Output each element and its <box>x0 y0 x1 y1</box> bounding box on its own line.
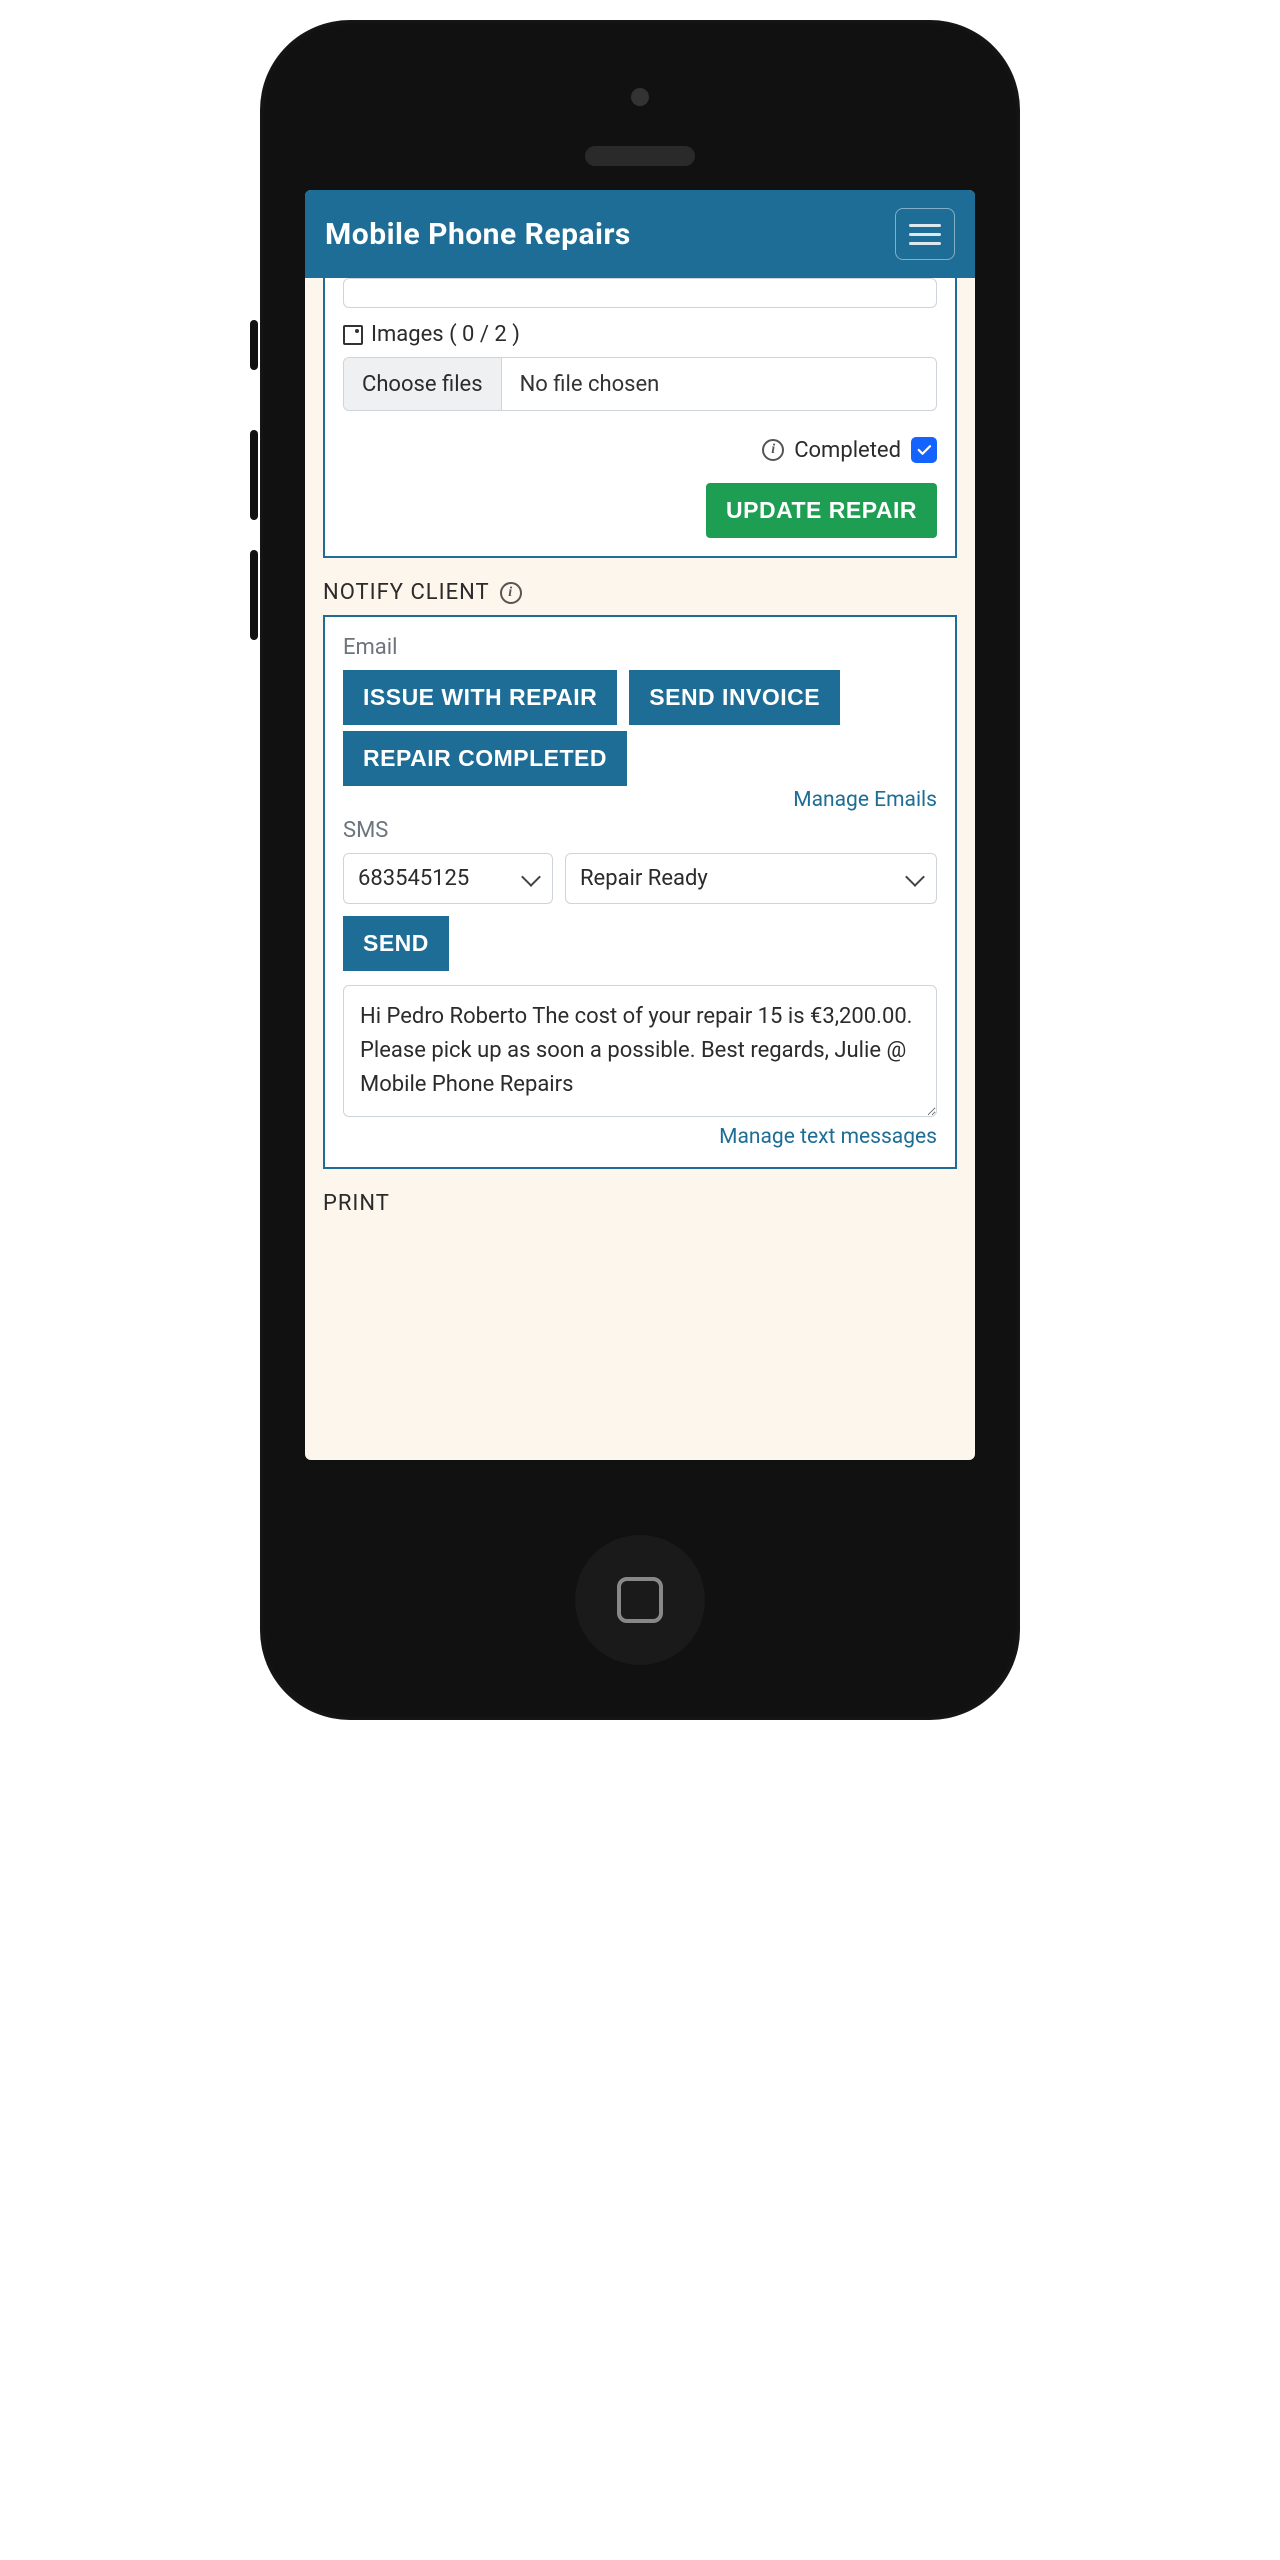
app-title: Mobile Phone Repairs <box>325 217 631 252</box>
notes-textarea[interactable] <box>343 278 937 308</box>
repair-completed-button[interactable]: REPAIR COMPLETED <box>343 731 627 786</box>
side-button-vol-down <box>250 550 258 640</box>
hamburger-icon <box>909 224 941 227</box>
notify-card: Email ISSUE WITH REPAIR SEND INVOICE REP… <box>323 615 957 1169</box>
chevron-down-icon <box>905 867 925 887</box>
images-label: Images ( 0 / 2 ) <box>371 322 520 347</box>
issue-with-repair-button[interactable]: ISSUE WITH REPAIR <box>343 670 617 725</box>
side-button-mute <box>250 320 258 370</box>
info-icon[interactable]: i <box>762 439 784 461</box>
notify-header: NOTIFY CLIENT i <box>323 580 957 605</box>
sms-label: SMS <box>343 818 937 843</box>
screen: Mobile Phone Repairs Images ( 0 / 2 ) Ch… <box>305 190 975 1460</box>
sms-template-value: Repair Ready <box>580 866 708 891</box>
info-icon[interactable]: i <box>500 582 522 604</box>
sms-phone-value: 683545125 <box>358 866 469 891</box>
email-label: Email <box>343 635 937 660</box>
completed-label: Completed <box>794 438 901 463</box>
manage-sms-link[interactable]: Manage text messages <box>719 1125 937 1149</box>
completed-row: i Completed <box>343 437 937 463</box>
completed-checkbox[interactable] <box>911 437 937 463</box>
sms-template-select[interactable]: Repair Ready <box>565 853 937 904</box>
image-icon <box>343 325 363 345</box>
file-input[interactable]: Choose files No file chosen <box>343 357 937 411</box>
page-content: Images ( 0 / 2 ) Choose files No file ch… <box>305 278 975 1460</box>
home-icon <box>617 1577 663 1623</box>
side-button-vol-up <box>250 430 258 520</box>
repair-card: Images ( 0 / 2 ) Choose files No file ch… <box>323 278 957 558</box>
phone-frame: Mobile Phone Repairs Images ( 0 / 2 ) Ch… <box>260 20 1020 1720</box>
app-navbar: Mobile Phone Repairs <box>305 190 975 278</box>
checkmark-icon <box>915 441 933 459</box>
menu-toggle[interactable] <box>895 208 955 260</box>
sms-phone-select[interactable]: 683545125 <box>343 853 553 904</box>
home-button[interactable] <box>575 1535 705 1665</box>
send-invoice-button[interactable]: SEND INVOICE <box>629 670 840 725</box>
images-label-row: Images ( 0 / 2 ) <box>343 322 937 347</box>
choose-files-button[interactable]: Choose files <box>344 358 502 410</box>
file-chosen-text: No file chosen <box>502 358 678 410</box>
chevron-down-icon <box>521 867 541 887</box>
print-header: PRINT <box>323 1191 957 1216</box>
sms-body-textarea[interactable]: Hi Pedro Roberto The cost of your repair… <box>343 985 937 1117</box>
send-sms-button[interactable]: SEND <box>343 916 449 971</box>
manage-emails-link[interactable]: Manage Emails <box>793 788 937 812</box>
update-repair-button[interactable]: UPDATE REPAIR <box>706 483 937 538</box>
